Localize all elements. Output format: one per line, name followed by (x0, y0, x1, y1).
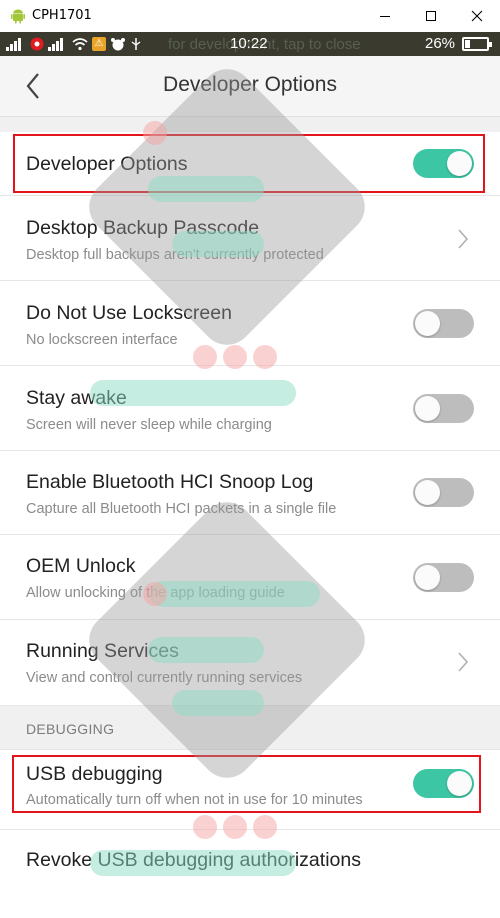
minimize-icon (380, 16, 390, 17)
close-button[interactable] (454, 0, 500, 32)
setting-developer-options[interactable]: Developer Options (0, 132, 500, 196)
setting-usb-debugging[interactable]: USB debugging Automatically turn off whe… (0, 750, 500, 830)
signal-icon-2 (48, 38, 63, 51)
chevron-right-icon (458, 229, 469, 249)
lockscreen-toggle[interactable] (413, 309, 474, 338)
setting-subtitle: Screen will never sleep while charging (26, 417, 272, 433)
setting-subtitle: Capture all Bluetooth HCI packets in a s… (26, 501, 337, 517)
battery-percent: 26% (425, 35, 456, 52)
maximize-icon (426, 11, 436, 21)
status-bar: for development, tap to close ⚠ 10:22 26… (0, 32, 500, 56)
setting-title: Enable Bluetooth HCI Snoop Log (26, 471, 314, 493)
setting-do-not-use-lockscreen[interactable]: Do Not Use Lockscreen No lockscreen inte… (0, 281, 500, 366)
status-icons: ⚠ (6, 35, 142, 53)
developer-options-toggle[interactable] (413, 149, 474, 178)
notification-badge-icon: ⚠ (92, 37, 106, 51)
setting-title: Desktop Backup Passcode (26, 217, 260, 239)
setting-title: Do Not Use Lockscreen (26, 302, 232, 324)
setting-stay-awake[interactable]: Stay awake Screen will never sleep while… (0, 366, 500, 451)
usb-icon (131, 38, 141, 50)
setting-oem-unlock[interactable]: OEM Unlock Allow unlocking of the app lo… (0, 535, 500, 620)
close-icon (471, 10, 483, 22)
setting-title: Developer Options (26, 153, 188, 175)
setting-title: Revoke USB debugging authorizations (26, 849, 361, 871)
bluetooth-snoop-toggle[interactable] (413, 478, 474, 507)
setting-title: USB debugging (26, 763, 163, 785)
stay-awake-toggle[interactable] (413, 394, 474, 423)
battery-icon (462, 37, 492, 51)
setting-subtitle: Desktop full backups aren't currently pr… (26, 247, 324, 263)
setting-revoke-usb-debugging[interactable]: Revoke USB debugging authorizations (0, 830, 500, 918)
setting-desktop-backup-passcode[interactable]: Desktop Backup Passcode Desktop full bac… (0, 196, 500, 281)
setting-subtitle: No lockscreen interface (26, 332, 178, 348)
status-time: 10:22 (230, 35, 268, 52)
wifi-icon (72, 38, 88, 51)
chevron-right-icon (458, 652, 469, 672)
app-notification-icon (111, 38, 125, 51)
setting-subtitle: View and control currently running servi… (26, 670, 303, 686)
setting-bluetooth-hci-snoop-log[interactable]: Enable Bluetooth HCI Snoop Log Capture a… (0, 451, 500, 535)
setting-subtitle: Automatically turn off when not in use f… (26, 792, 363, 808)
setting-title: OEM Unlock (26, 555, 136, 577)
divider (0, 116, 500, 133)
setting-title: Running Services (26, 640, 179, 662)
page-title: Developer Options (163, 73, 337, 96)
window-title: CPH1701 (32, 8, 92, 23)
setting-title: Stay awake (26, 387, 127, 409)
setting-running-services[interactable]: Running Services View and control curren… (0, 620, 500, 706)
app-toolbar: Developer Options (0, 56, 500, 116)
minimize-button[interactable] (362, 0, 408, 32)
signal-icon (6, 38, 21, 51)
section-label: DEBUGGING (26, 721, 115, 737)
usb-debugging-toggle[interactable] (413, 769, 474, 798)
window-titlebar: CPH1701 (0, 0, 500, 33)
android-icon (11, 9, 25, 24)
oem-unlock-toggle[interactable] (413, 563, 474, 592)
carrier-icon (30, 37, 44, 51)
section-header-debugging: DEBUGGING (0, 706, 500, 750)
setting-subtitle: Allow unlocking of the app loading guide (26, 585, 285, 601)
maximize-button[interactable] (408, 0, 454, 32)
